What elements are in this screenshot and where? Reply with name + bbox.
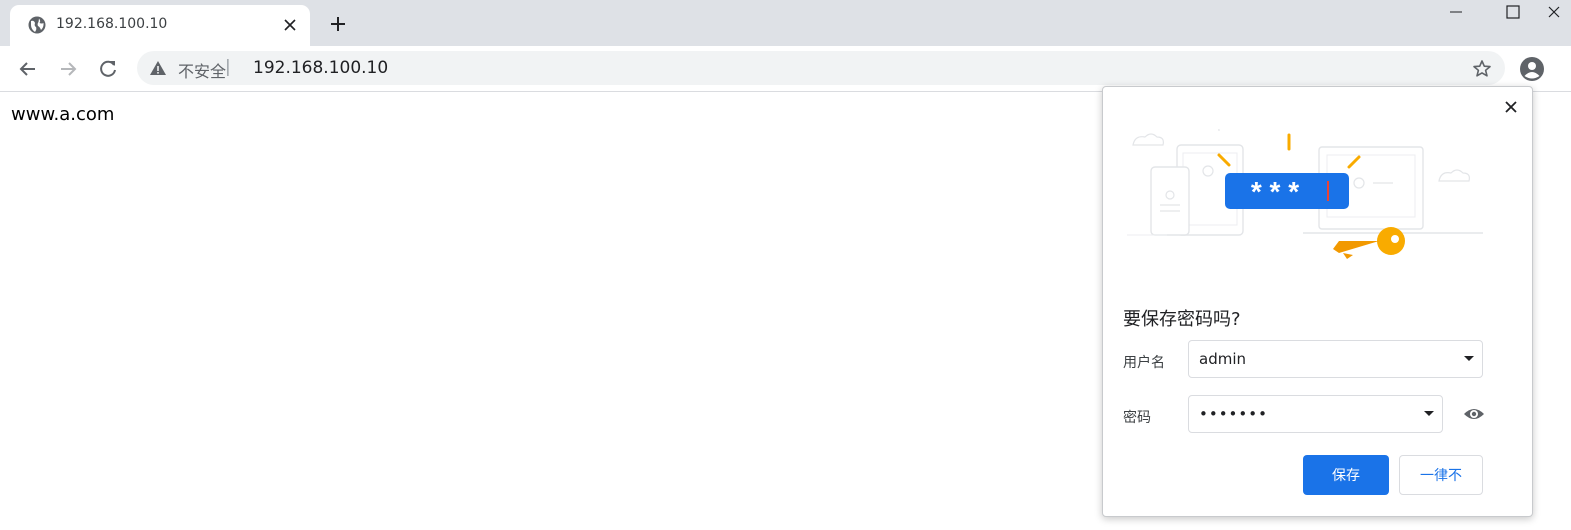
tab-strip: 192.168.100.10 xyxy=(0,0,1571,46)
minimize-icon xyxy=(1450,11,1462,13)
dialog-close-button[interactable] xyxy=(1500,96,1522,118)
tab-close-icon[interactable] xyxy=(278,13,302,37)
forward-arrow-icon xyxy=(61,62,77,76)
password-label: 密码 xyxy=(1123,410,1151,426)
eye-icon[interactable] xyxy=(1463,405,1485,423)
profile-avatar-icon[interactable] xyxy=(1518,55,1546,83)
back-button[interactable] xyxy=(13,54,43,84)
tab-title: 192.168.100.10 xyxy=(56,16,168,32)
dialog-title: 要保存密码吗? xyxy=(1123,309,1241,330)
minimize-button[interactable] xyxy=(1433,0,1479,24)
password-select[interactable]: ••••••• xyxy=(1188,395,1443,433)
password-illustration: * * * xyxy=(1127,129,1483,259)
close-icon xyxy=(1505,101,1517,113)
back-arrow-icon xyxy=(19,62,35,76)
maximize-icon xyxy=(1506,5,1520,19)
save-password-dialog: * * * 要保存密码吗? 用户名 admin 密码 ••••••• 保存 一律… xyxy=(1102,86,1533,517)
close-icon xyxy=(1548,6,1560,18)
warning-icon[interactable] xyxy=(149,59,167,77)
security-label[interactable]: 不安全 xyxy=(178,58,226,82)
globe-icon xyxy=(28,16,46,34)
illustration-password-text: * * * xyxy=(1251,176,1299,207)
address-bar[interactable]: 不安全 | 192.168.100.10 xyxy=(137,51,1505,85)
dropdown-arrow-icon xyxy=(1424,411,1434,416)
bookmark-star-button[interactable] xyxy=(1470,57,1494,81)
new-tab-button[interactable] xyxy=(325,11,351,37)
password-value: ••••••• xyxy=(1199,405,1268,423)
save-button[interactable]: 保存 xyxy=(1303,455,1389,495)
window-close-button[interactable] xyxy=(1548,0,1571,24)
maximize-button[interactable] xyxy=(1490,0,1536,24)
username-label: 用户名 xyxy=(1123,355,1165,371)
plus-icon xyxy=(331,17,345,31)
username-select[interactable]: admin xyxy=(1188,340,1483,378)
browser-tab[interactable]: 192.168.100.10 xyxy=(10,5,310,46)
star-icon xyxy=(1473,60,1491,77)
url-text[interactable]: 192.168.100.10 xyxy=(253,58,388,78)
never-button[interactable]: 一律不 xyxy=(1399,455,1483,495)
reload-icon xyxy=(100,60,116,77)
username-value: admin xyxy=(1199,350,1246,368)
page-body-text: www.a.com xyxy=(11,104,115,125)
dropdown-arrow-icon xyxy=(1464,356,1474,361)
omnibox-separator: | xyxy=(225,57,231,77)
reload-button[interactable] xyxy=(93,54,123,84)
forward-button[interactable] xyxy=(53,54,83,84)
